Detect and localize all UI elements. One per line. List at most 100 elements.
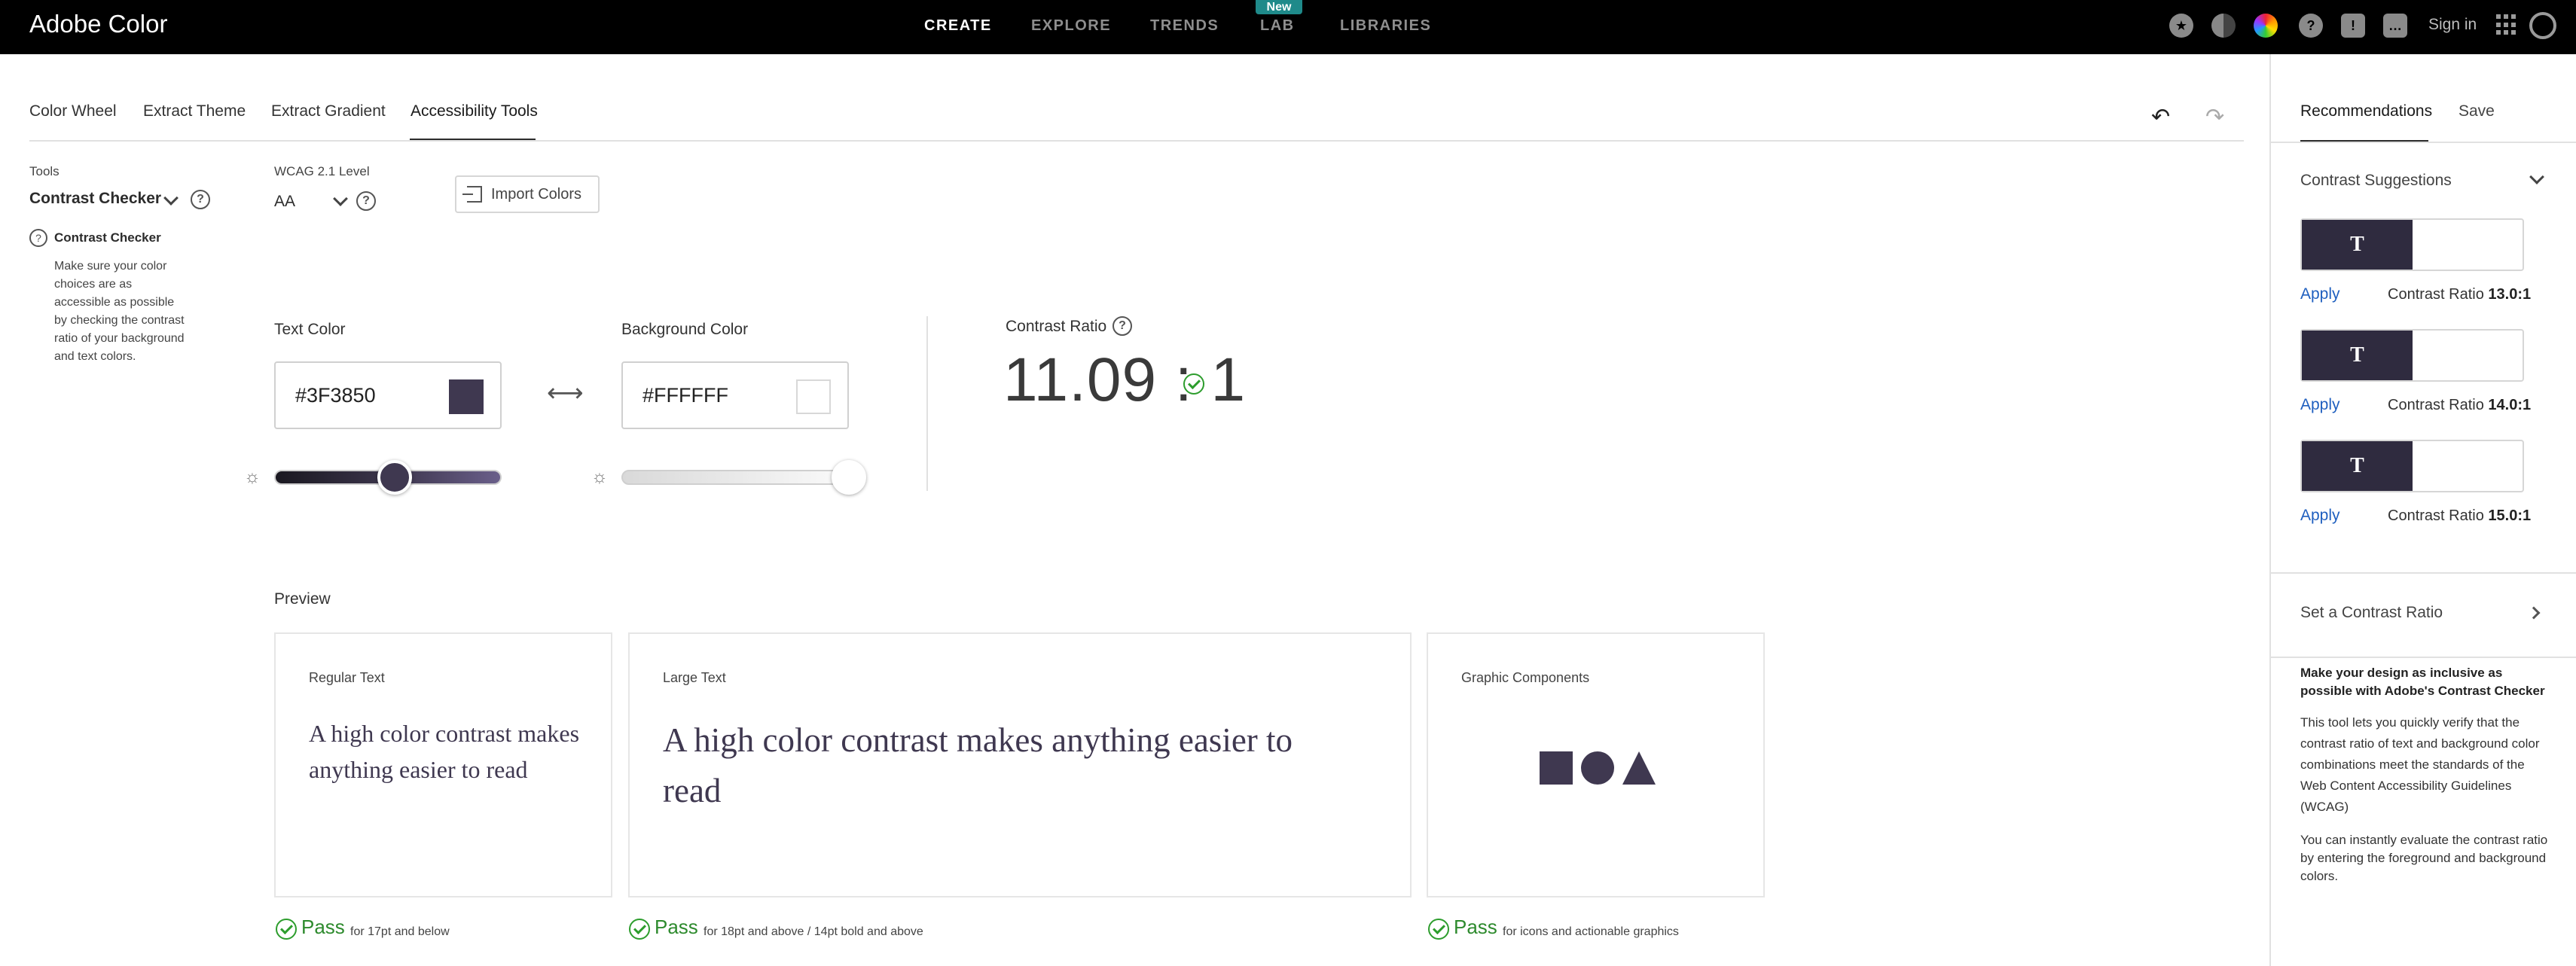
suggestion-ratio-label: Contrast Ratio <box>2388 286 2484 303</box>
contrast-checker-info-desc: Make sure your color choices are as acce… <box>54 260 185 363</box>
contrast-ratio-value: 11.09 : 1 <box>1003 346 1247 414</box>
tabs-divider <box>29 140 2244 142</box>
top-nav-bar: Adobe Color CREATE EXPLORE TRENDS New LA… <box>0 0 2576 54</box>
chevron-down-icon[interactable] <box>333 191 348 206</box>
tab-recommendations[interactable]: Recommendations <box>2300 102 2432 120</box>
text-color-label: Text Color <box>274 321 346 338</box>
creative-cloud-icon[interactable] <box>2529 12 2556 39</box>
suggestion-swatch[interactable]: T <box>2300 329 2524 382</box>
card-title: Large Text <box>663 670 726 685</box>
background-color-swatch[interactable] <box>796 379 831 414</box>
star-icon[interactable]: ★ <box>2169 14 2193 38</box>
suggestion-ratio-value: 13.0:1 <box>2488 286 2532 303</box>
suggestion-ratio-label: Contrast Ratio <box>2388 397 2484 413</box>
contrast-ratio-label: Contrast Ratio <box>1006 318 1107 335</box>
tab-extract-gradient[interactable]: Extract Gradient <box>271 102 386 120</box>
promo-title: Make your design as inclusive as possibl… <box>2300 666 2545 698</box>
background-brightness-thumb[interactable] <box>832 460 866 495</box>
apply-suggestion-button[interactable]: Apply <box>2300 507 2340 525</box>
large-pass-label: Pass <box>655 916 698 938</box>
redo-icon[interactable]: ↷ <box>2205 104 2224 130</box>
text-color-swatch[interactable] <box>449 379 484 414</box>
graphics-pass-label: Pass <box>1454 916 1497 938</box>
help-icon[interactable]: ? <box>2299 14 2323 38</box>
nav-libraries[interactable]: LIBRARIES <box>1340 17 1431 35</box>
preview-card-graphics: Graphic Components <box>1427 632 1765 897</box>
contrast-icon[interactable] <box>2211 14 2236 38</box>
suggestion-text-sample: T <box>2302 331 2413 380</box>
background-color-value[interactable]: #FFFFFF <box>642 384 728 407</box>
color-wheel-icon[interactable] <box>2254 14 2278 38</box>
nav-trends[interactable]: TRENDS <box>1150 17 1219 35</box>
circle-icon <box>1581 751 1614 785</box>
sign-in-link[interactable]: Sign in <box>2428 16 2477 34</box>
section-divider <box>926 316 928 491</box>
nav-lab[interactable]: LAB <box>1260 17 1295 35</box>
suggestion-ratio: Contrast Ratio 15.0:1 <box>2388 507 2531 525</box>
suggestion-ratio: Contrast Ratio 14.0:1 <box>2388 397 2531 414</box>
suggestion-ratio-value: 14.0:1 <box>2488 397 2532 413</box>
regular-pass-label: Pass <box>301 916 345 938</box>
suggestion-swatch[interactable]: T <box>2300 440 2524 492</box>
background-color-input[interactable]: #FFFFFF <box>621 361 849 429</box>
brightness-icon: ☼ <box>244 467 261 487</box>
card-title: Regular Text <box>309 670 385 685</box>
brightness-icon: ☼ <box>591 467 608 487</box>
graphics-pass-note: for icons and actionable graphics <box>1503 925 1679 938</box>
import-colors-button[interactable]: Import Colors <box>455 175 600 213</box>
background-brightness-slider[interactable] <box>621 470 849 485</box>
tab-color-wheel[interactable]: Color Wheel <box>29 102 117 120</box>
suggestion-ratio: Contrast Ratio 13.0:1 <box>2388 286 2531 303</box>
suggestion-ratio-value: 15.0:1 <box>2488 507 2532 524</box>
undo-icon[interactable]: ↶ <box>2151 104 2170 130</box>
suggestion-ratio-label: Contrast Ratio <box>2388 507 2484 524</box>
contrast-help-icon[interactable]: ? <box>1113 316 1132 336</box>
contrast-suggestions-label[interactable]: Contrast Suggestions <box>2300 172 2452 190</box>
swap-colors-icon[interactable]: ⟷ <box>547 378 584 408</box>
large-text-sample: A high color contrast makes anything eas… <box>663 721 1293 809</box>
text-color-value[interactable]: #3F3850 <box>295 384 376 407</box>
tab-extract-theme[interactable]: Extract Theme <box>143 102 246 120</box>
square-icon <box>1540 751 1573 785</box>
apps-grid-icon[interactable] <box>2496 14 2517 35</box>
apply-suggestion-button[interactable]: Apply <box>2300 396 2340 414</box>
preview-card-regular: Regular Text A high color contrast makes… <box>274 632 612 897</box>
tools-help-icon[interactable]: ? <box>191 190 210 209</box>
suggestion-swatch[interactable]: T <box>2300 218 2524 271</box>
info-icon: ? <box>29 229 47 247</box>
wcag-level-dropdown[interactable]: AA <box>274 193 295 211</box>
wcag-help-icon[interactable]: ? <box>356 191 376 211</box>
promo-paragraph-1: This tool lets you quickly verify that t… <box>2300 715 2540 814</box>
preview-card-large: Large Text A high color contrast makes a… <box>628 632 1412 897</box>
alert-icon[interactable]: ! <box>2341 14 2365 38</box>
tab-accessibility-tools[interactable]: Accessibility Tools <box>411 102 538 120</box>
text-brightness-thumb[interactable] <box>377 460 412 495</box>
large-pass-note: for 18pt and above / 14pt bold and above <box>704 925 923 938</box>
lab-new-badge: New <box>1256 0 1302 14</box>
promo-paragraph-2: You can instantly evaluate the contrast … <box>2300 833 2548 883</box>
regular-pass-note: for 17pt and below <box>350 925 450 938</box>
suggestion-text-sample: T <box>2302 220 2413 270</box>
right-tabs-divider <box>2271 142 2576 143</box>
right-section-divider <box>2271 572 2576 574</box>
contrast-checker-info-title: Contrast Checker <box>54 230 161 245</box>
check-circle-icon <box>1183 373 1204 395</box>
text-color-input[interactable]: #3F3850 <box>274 361 502 429</box>
brand-logo[interactable]: Adobe Color <box>29 10 167 38</box>
tab-save[interactable]: Save <box>2458 102 2495 120</box>
import-icon <box>462 186 482 203</box>
set-contrast-ratio-row[interactable]: Set a Contrast Ratio <box>2300 604 2443 622</box>
chat-icon[interactable]: … <box>2383 14 2407 38</box>
tools-dropdown[interactable]: Contrast Checker <box>29 190 161 208</box>
card-title: Graphic Components <box>1461 670 1590 685</box>
suggestion-text-sample: T <box>2302 441 2413 491</box>
nav-explore[interactable]: EXPLORE <box>1031 17 1111 35</box>
apply-suggestion-button[interactable]: Apply <box>2300 285 2340 303</box>
check-circle-icon <box>1428 919 1449 940</box>
nav-create[interactable]: CREATE <box>924 17 992 35</box>
right-section-divider <box>2271 657 2576 658</box>
tools-label: Tools <box>29 164 60 178</box>
preview-label: Preview <box>274 590 331 608</box>
chevron-down-icon[interactable] <box>163 190 179 206</box>
import-colors-label: Import Colors <box>491 186 582 203</box>
